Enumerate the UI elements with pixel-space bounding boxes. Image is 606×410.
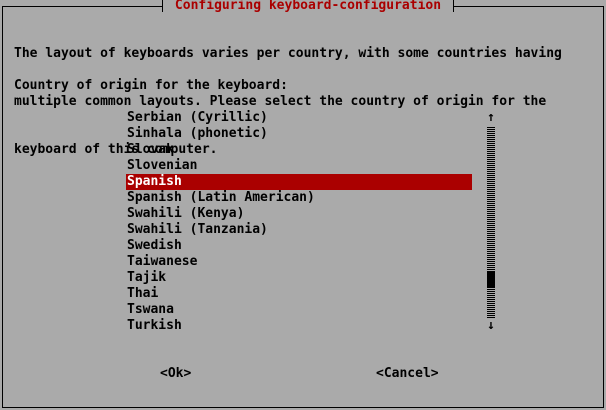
list-item[interactable]: Swedish — [126, 238, 472, 254]
list-item[interactable]: Slovenian — [126, 158, 472, 174]
list-item[interactable]: Sinhala (phonetic) — [126, 126, 472, 142]
list-item[interactable]: Tswana — [126, 302, 472, 318]
dialog-border-right — [603, 6, 604, 408]
dialog-title: Configuring keyboard-configuration — [162, 0, 454, 12]
list-item[interactable]: Turkish — [126, 318, 472, 334]
list-item[interactable]: Taiwanese — [126, 254, 472, 270]
list-item[interactable]: Slovak — [126, 142, 472, 158]
scroll-up-arrow-icon[interactable]: ↑ — [484, 110, 498, 126]
country-list[interactable]: Serbian (Cyrillic) Sinhala (phonetic) Sl… — [126, 110, 472, 334]
cancel-button[interactable]: <Cancel> — [376, 366, 439, 382]
scroll-track[interactable] — [487, 126, 495, 318]
list-scrollbar[interactable]: ↑ ↓ — [484, 110, 498, 334]
list-item[interactable]: Swahili (Tanzania) — [126, 222, 472, 238]
dialog-border-left — [2, 6, 3, 408]
dialog-border-bottom — [2, 407, 604, 408]
ok-button[interactable]: <Ok> — [160, 366, 191, 382]
description-line: The layout of keyboards varies per count… — [14, 46, 562, 61]
list-item[interactable]: Thai — [126, 286, 472, 302]
scroll-down-arrow-icon[interactable]: ↓ — [484, 318, 498, 334]
list-item[interactable]: Spanish (Latin American) — [126, 190, 472, 206]
list-prompt: Country of origin for the keyboard: — [14, 78, 288, 93]
list-item[interactable]: Serbian (Cyrillic) — [126, 110, 472, 126]
description-line: multiple common layouts. Please select t… — [14, 94, 547, 109]
scroll-thumb[interactable] — [487, 272, 495, 288]
list-item-selected[interactable]: Spanish — [126, 174, 472, 190]
list-item[interactable]: Swahili (Kenya) — [126, 206, 472, 222]
list-item[interactable]: Tajik — [126, 270, 472, 286]
